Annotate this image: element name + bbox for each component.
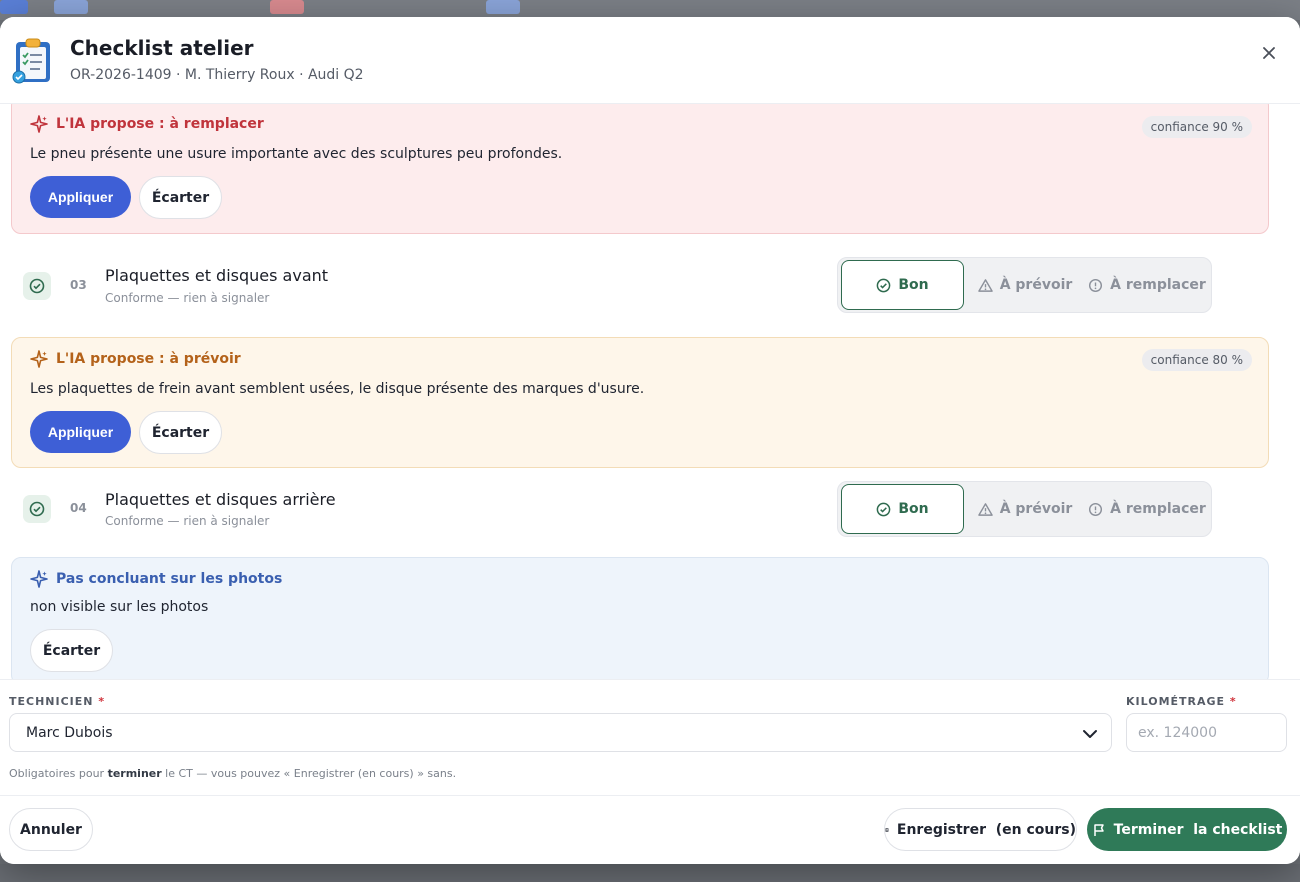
background-chip [486, 0, 520, 14]
status-option-a-remplacer[interactable]: À remplacer [1086, 260, 1208, 310]
technician-label-text: TECHNICIEN [9, 695, 94, 708]
ai-suggestion-heading: L'IA propose : à prévoir [30, 350, 241, 368]
checklist-item: 03 Plaquettes et disques avant Conforme … [11, 245, 1269, 333]
alert-circle-icon [1089, 278, 1103, 292]
background-chip [54, 0, 88, 14]
ai-suggestion-heading: L'IA propose : à remplacer [30, 115, 264, 133]
status-option-a-remplacer[interactable]: À remplacer [1086, 484, 1208, 534]
mileage-label-text: KILOMÉTRAGE [1126, 695, 1226, 708]
status-option-label: Bon [898, 277, 929, 293]
alert-circle-icon [1089, 502, 1103, 516]
status-option-label: Bon [898, 501, 929, 517]
status-option-a-prevoir[interactable]: À prévoir [970, 260, 1080, 310]
ai-suggestion-card: Pas concluant sur les photos non visible… [11, 557, 1269, 679]
form-hint-bold: terminer [107, 767, 162, 780]
form-hint-prefix: Obligatoires pour [9, 767, 105, 780]
technician-selected-value: Marc Dubois [26, 724, 113, 741]
modal-footer: Annuler Enregistrer (en cours) Terminer … [0, 795, 1300, 864]
background-app-bottom [0, 864, 1300, 882]
checklist-body[interactable]: L'IA propose : à remplacer confiance 90 … [0, 104, 1300, 679]
item-title: Plaquettes et disques avant [105, 266, 329, 285]
item-number: 03 [70, 278, 87, 292]
modal-subtitle: OR-2026-1409 · M. Thierry Roux · Audi Q2 [70, 67, 364, 83]
status-segmented-control: Bon À prévoir À remplacer [837, 257, 1212, 313]
mileage-input[interactable] [1126, 713, 1287, 752]
checklist-modal: Checklist atelier OR-2026-1409 · M. Thie… [0, 17, 1300, 864]
sparkle-icon [30, 350, 48, 368]
technician-select[interactable]: Marc Dubois [9, 713, 1112, 752]
warning-icon [977, 278, 993, 292]
sparkle-icon [30, 570, 48, 588]
ai-suggestion-text: Le pneu présente une usure importante av… [30, 146, 563, 162]
modal-header: Checklist atelier OR-2026-1409 · M. Thie… [0, 17, 1300, 104]
checklist-item: 04 Plaquettes et disques arrière Conform… [11, 468, 1269, 556]
check-circle-icon [23, 272, 51, 300]
status-option-label: À remplacer [1110, 501, 1206, 517]
save-draft-label: Enregistrer (en cours) [896, 821, 1076, 838]
status-option-label: À prévoir [999, 501, 1073, 517]
save-draft-button[interactable]: Enregistrer (en cours) [884, 808, 1077, 851]
required-mark: * [98, 695, 106, 708]
finish-checklist-button[interactable]: Terminer la checklist [1087, 808, 1287, 851]
dismiss-button[interactable]: Écarter [139, 411, 222, 454]
modal-title: Checklist atelier [70, 36, 254, 60]
ai-suggestion-heading-text: Pas concluant sur les photos [56, 571, 283, 587]
background-chip [270, 0, 304, 14]
item-title: Plaquettes et disques arrière [105, 490, 336, 509]
dismiss-button[interactable]: Écarter [30, 629, 113, 672]
chevron-down-icon [1083, 730, 1097, 738]
status-option-a-prevoir[interactable]: À prévoir [970, 484, 1080, 534]
check-circle-icon [877, 502, 891, 516]
dismiss-button[interactable]: Écarter [139, 176, 222, 219]
required-mark: * [1229, 695, 1237, 708]
background-chip [0, 0, 28, 14]
status-option-bon[interactable]: Bon [841, 260, 964, 310]
check-circle-icon [23, 495, 51, 523]
cancel-button[interactable]: Annuler [9, 808, 93, 851]
flag-icon [1093, 823, 1104, 836]
confidence-badge: confiance 90 % [1141, 116, 1252, 138]
ai-suggestion-heading-text: L'IA propose : à remplacer [56, 116, 264, 132]
save-icon [885, 827, 889, 832]
item-number: 04 [70, 501, 87, 515]
finish-checklist-label: Terminer la checklist [1113, 821, 1283, 838]
close-button[interactable] [1258, 42, 1280, 64]
clipboard-icon [10, 37, 56, 85]
form-hint-suffix: le CT — vous pouvez « Enregistrer (en co… [165, 767, 457, 780]
status-option-bon[interactable]: Bon [841, 484, 964, 534]
technician-label: TECHNICIEN * [9, 695, 105, 708]
status-option-label: À prévoir [999, 277, 1073, 293]
sparkle-icon [30, 115, 48, 133]
ai-suggestion-text: Les plaquettes de frein avant semblent u… [30, 381, 645, 397]
ai-suggestion-heading-text: L'IA propose : à prévoir [56, 351, 241, 367]
apply-button[interactable]: Appliquer [30, 411, 131, 453]
warning-icon [977, 502, 993, 516]
status-segmented-control: Bon À prévoir À remplacer [837, 481, 1212, 537]
ai-suggestion-card: L'IA propose : à prévoir confiance 80 % … [11, 337, 1269, 468]
ai-suggestion-text: non visible sur les photos [30, 599, 209, 615]
check-circle-icon [877, 278, 891, 292]
checklist-form: TECHNICIEN * KILOMÉTRAGE * Marc Dubois O… [0, 679, 1300, 795]
item-status-text: Conforme — rien à signaler [105, 514, 270, 528]
ai-suggestion-heading: Pas concluant sur les photos [30, 570, 282, 588]
form-hint: Obligatoires pour terminer le CT — vous … [9, 767, 456, 780]
close-icon [1263, 47, 1275, 59]
apply-button[interactable]: Appliquer [30, 176, 131, 218]
ai-suggestion-card: L'IA propose : à remplacer confiance 90 … [11, 104, 1269, 234]
confidence-badge: confiance 80 % [1141, 349, 1252, 371]
mileage-label: KILOMÉTRAGE * [1126, 695, 1237, 708]
item-status-text: Conforme — rien à signaler [105, 291, 270, 305]
status-option-label: À remplacer [1110, 277, 1206, 293]
